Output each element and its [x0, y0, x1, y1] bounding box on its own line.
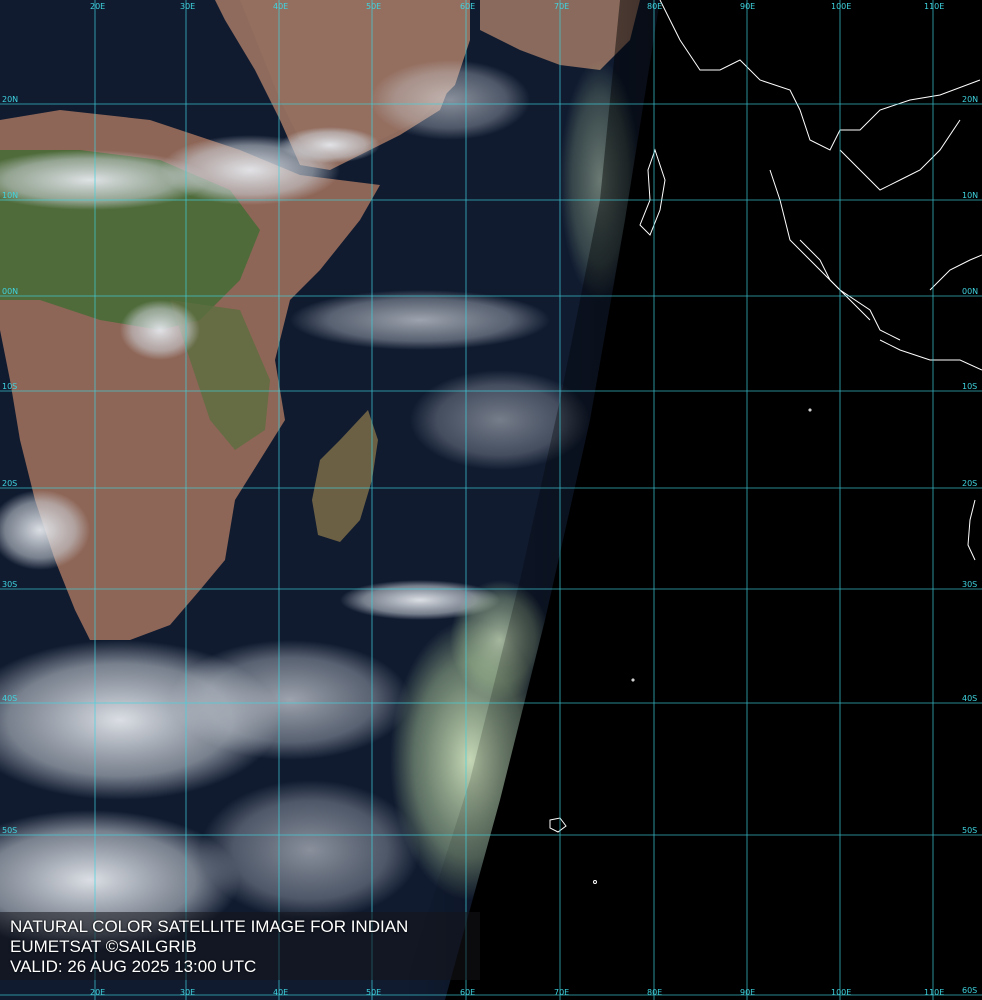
- caption-valid-time: VALID: 26 AUG 2025 13:00 UTC: [10, 957, 257, 976]
- satellite-imagery: [0, 0, 982, 1000]
- lon-label-40e: 40E: [273, 2, 289, 11]
- lon-label-30e: 30E: [180, 2, 196, 11]
- lat-label-20n: 20N: [962, 95, 979, 104]
- lon-label-bottom-90e: 90E: [740, 988, 756, 997]
- lon-label-100e: 100E: [831, 2, 852, 11]
- lat-label-left-10n: 10N: [2, 191, 19, 200]
- lat-label-left-20n: 20N: [2, 95, 19, 104]
- satellite-map[interactable]: 20E 30E 40E 50E 60E 70E 80E 90E 100E 110…: [0, 0, 982, 1000]
- lat-label-left-30s: 30S: [2, 580, 18, 589]
- lat-label-30s: 30S: [962, 580, 978, 589]
- lon-label-20e: 20E: [90, 2, 106, 11]
- lon-label-bottom-100e: 100E: [831, 988, 852, 997]
- lon-label-70e: 70E: [554, 2, 570, 11]
- caption-title: NATURAL COLOR SATELLITE IMAGE FOR INDIAN: [10, 917, 409, 936]
- lat-label-50s: 50S: [962, 826, 978, 835]
- lon-label-bottom-70e: 70E: [554, 988, 570, 997]
- lon-label-bottom-50e: 50E: [366, 988, 382, 997]
- lat-label-left-20s: 20S: [2, 479, 18, 488]
- lon-label-bottom-80e: 80E: [647, 988, 663, 997]
- lon-label-bottom-30e: 30E: [180, 988, 196, 997]
- lon-label-bottom-20e: 20E: [90, 988, 106, 997]
- lat-label-left-10s: 10S: [2, 382, 18, 391]
- lat-label-40s: 40S: [962, 694, 978, 703]
- lat-label-left-00n: 00N: [2, 287, 19, 296]
- lon-label-50e: 50E: [366, 2, 382, 11]
- lat-label-10s: 10S: [962, 382, 978, 391]
- lat-label-00n: 00N: [962, 287, 979, 296]
- lon-label-bottom-60e: 60E: [460, 988, 476, 997]
- lon-label-80e: 80E: [647, 2, 663, 11]
- lon-label-90e: 90E: [740, 2, 756, 11]
- lon-label-60e: 60E: [460, 2, 476, 11]
- lat-label-left-40s: 40S: [2, 694, 18, 703]
- lat-label-20s: 20S: [962, 479, 978, 488]
- lat-label-60s: 60S: [962, 986, 978, 995]
- lat-label-left-50s: 50S: [2, 826, 18, 835]
- caption-credit: EUMETSAT ©SAILGRIB: [10, 937, 197, 956]
- lon-label-110e: 110E: [924, 2, 945, 11]
- lon-label-bottom-110e: 110E: [924, 988, 945, 997]
- lon-label-bottom-40e: 40E: [273, 988, 289, 997]
- lat-label-10n: 10N: [962, 191, 979, 200]
